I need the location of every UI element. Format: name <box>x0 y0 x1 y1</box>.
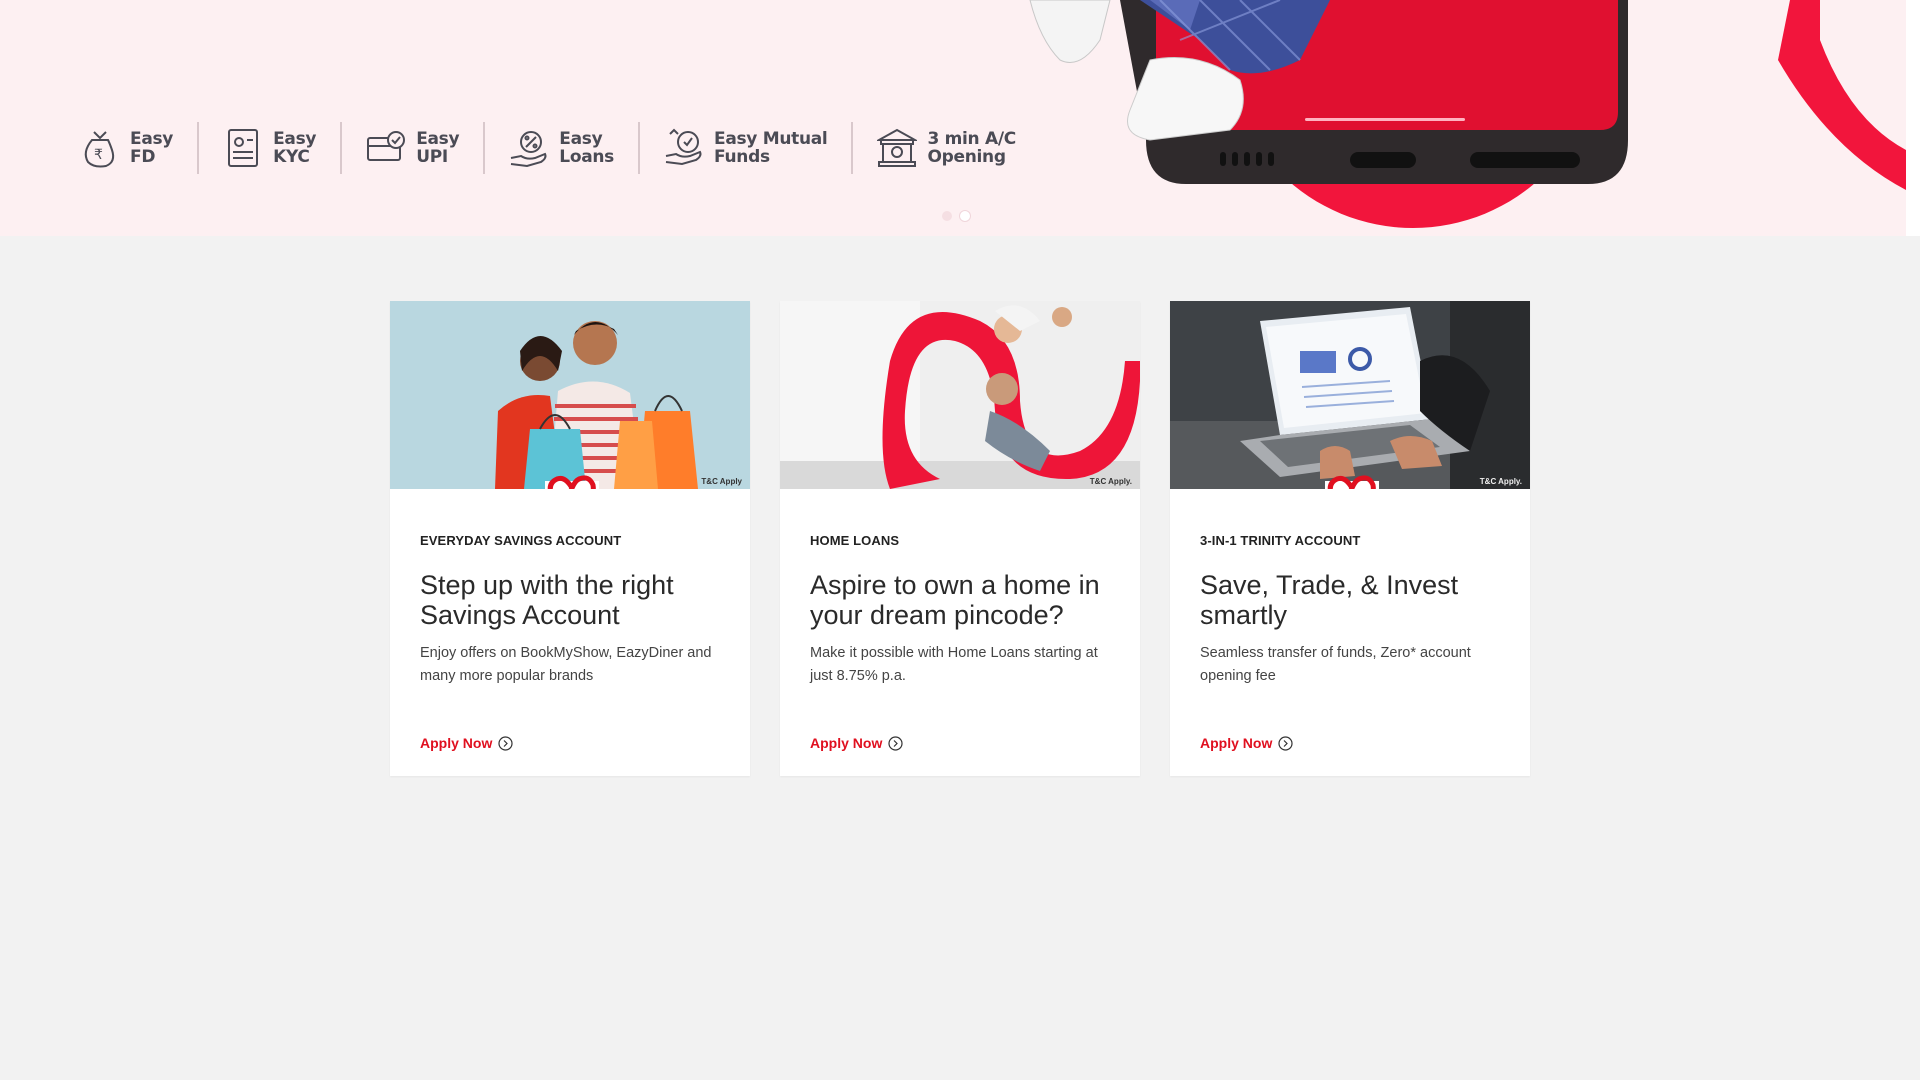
chevron-right-circle-icon <box>1278 735 1293 751</box>
card-image: T&C Apply <box>390 301 750 489</box>
brand-logo-icon <box>545 475 599 489</box>
apply-now-label: Apply Now <box>810 735 883 751</box>
feature-label: Easy Mutual Funds <box>714 129 828 167</box>
apply-now-link[interactable]: Apply Now <box>810 735 903 751</box>
card-title: Aspire to own a home in your dream pinco… <box>810 570 1100 630</box>
feature-label: Easy KYC <box>273 129 317 167</box>
chevron-right-circle-icon <box>498 735 513 751</box>
feature-strip: ₹ Easy FD Easy KYC Easy UPI Easy Loans E… <box>80 118 1040 178</box>
hero-illustration <box>1029 0 1906 228</box>
card-description: Seamless transfer of funds, Zero* accoun… <box>1200 645 1471 684</box>
card-category: EVERYDAY SAVINGS ACCOUNT <box>420 533 622 548</box>
money-bag-rupee-icon: ₹ <box>84 131 115 168</box>
laptop-dashboard-image <box>1170 301 1530 489</box>
card-check-icon <box>367 131 406 161</box>
card-category: 3-IN-1 TRINITY ACCOUNT <box>1200 533 1361 548</box>
feature-easy-upi[interactable]: Easy UPI <box>342 120 483 176</box>
card-body: 3-IN-1 TRINITY ACCOUNT Save, Trade, & In… <box>1200 533 1506 688</box>
card-savings-account: T&C Apply EVERYDAY SAVINGS ACCOUNT Step … <box>390 301 750 776</box>
card-image: T&C Apply. <box>780 301 1140 489</box>
couple-shopping-image <box>390 301 750 489</box>
card-trinity-account: T&C Apply. 3-IN-1 TRINITY ACCOUNT Save, … <box>1170 301 1530 776</box>
feature-label: Easy FD <box>130 129 174 167</box>
card-body: EVERYDAY SAVINGS ACCOUNT Step up with th… <box>420 533 726 688</box>
hero-banner: ₹ Easy FD Easy KYC Easy UPI Easy Loans E… <box>0 0 1906 236</box>
feature-easy-mutual-funds[interactable]: Easy Mutual Funds <box>640 120 851 176</box>
terms-note: T&C Apply. <box>1479 477 1522 486</box>
carousel-dot-2[interactable] <box>960 211 970 221</box>
card-home-loans: T&C Apply. HOME LOANS Aspire to own a ho… <box>780 301 1140 776</box>
apply-now-link[interactable]: Apply Now <box>1200 735 1293 751</box>
feature-label: 3 min A/C Opening <box>927 129 1016 167</box>
feature-easy-loans[interactable]: Easy Loans <box>485 120 638 176</box>
hand-percent-icon <box>511 131 547 168</box>
chevron-right-circle-icon <box>888 735 903 751</box>
svg-text:₹: ₹ <box>94 147 103 163</box>
feature-label: Easy Loans <box>559 129 614 167</box>
card-title: Save, Trade, & Invest smartly <box>1200 570 1459 630</box>
feature-label: Easy UPI <box>416 129 460 167</box>
terms-note: T&C Apply. <box>1089 477 1132 486</box>
document-kyc-icon <box>228 129 259 167</box>
product-cards: T&C Apply EVERYDAY SAVINGS ACCOUNT Step … <box>390 301 1530 776</box>
feature-easy-fd[interactable]: ₹ Easy FD <box>80 120 197 176</box>
feature-account-opening[interactable]: 3 min A/C Opening <box>853 120 1039 176</box>
card-category: HOME LOANS <box>810 533 900 548</box>
terms-note: T&C Apply <box>701 477 742 486</box>
apply-now-link[interactable]: Apply Now <box>420 735 513 751</box>
family-infinity-image <box>780 301 1140 489</box>
feature-easy-kyc[interactable]: Easy KYC <box>199 120 340 176</box>
coins-growth-icon <box>665 128 702 166</box>
card-body: HOME LOANS Aspire to own a home in your … <box>810 533 1116 688</box>
bank-building-icon <box>877 128 918 167</box>
carousel-dot-1[interactable] <box>942 211 952 221</box>
page-scrollbar-gutter <box>1906 0 1920 236</box>
card-title: Step up with the right Savings Account <box>420 570 674 630</box>
carousel-dots <box>942 211 970 221</box>
card-description: Make it possible with Home Loans startin… <box>810 645 1098 684</box>
card-image: T&C Apply. <box>1170 301 1530 489</box>
apply-now-label: Apply Now <box>1200 735 1273 751</box>
brand-logo-icon <box>1325 475 1379 489</box>
card-description: Enjoy offers on BookMyShow, EazyDiner an… <box>420 645 712 684</box>
apply-now-label: Apply Now <box>420 735 493 751</box>
